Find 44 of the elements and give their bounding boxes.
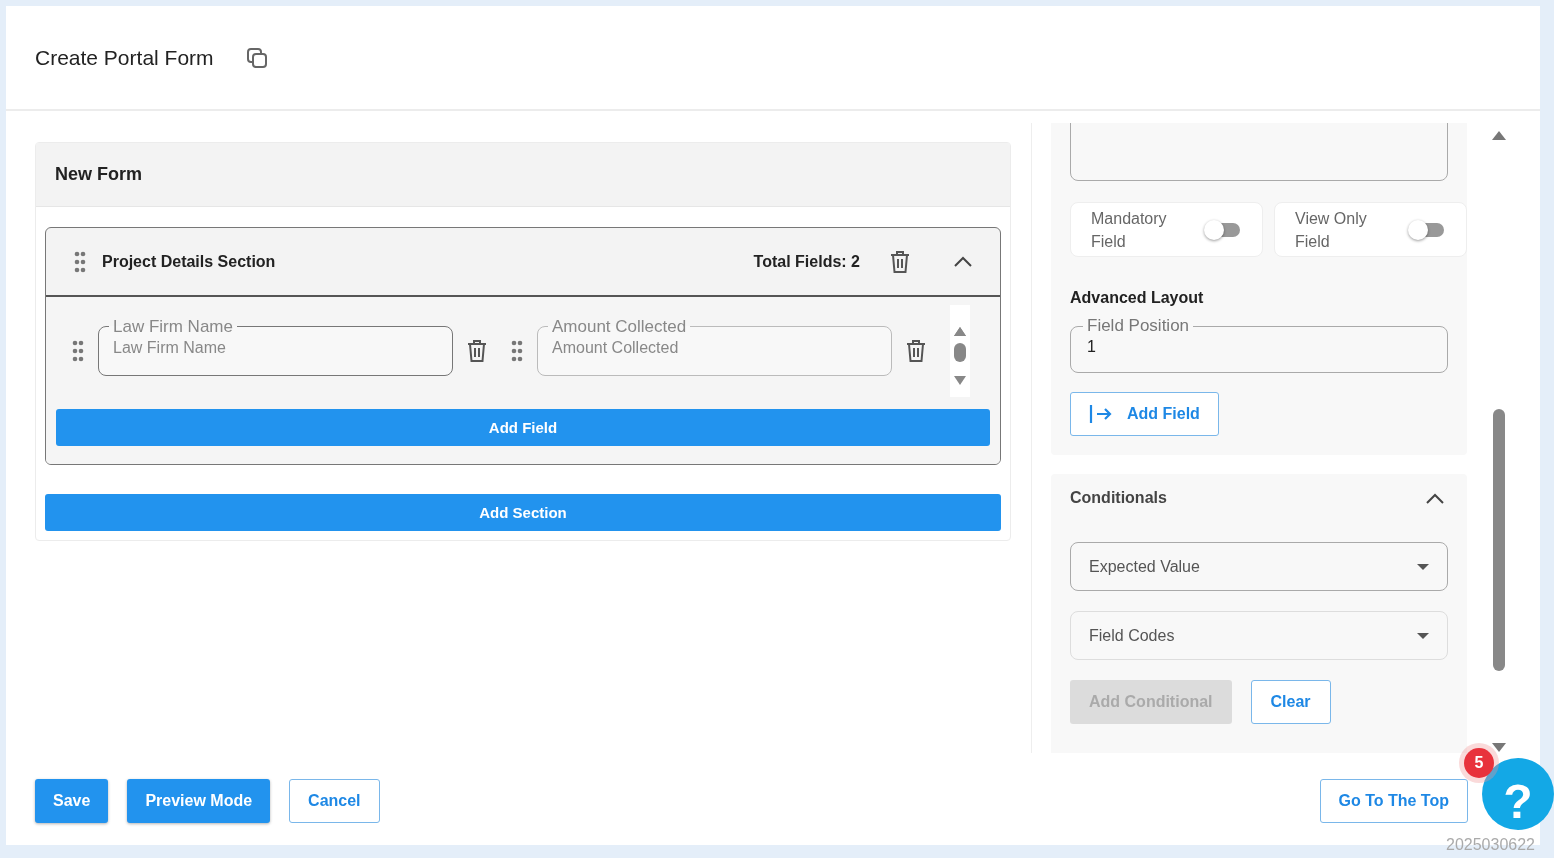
drag-handle-icon[interactable] bbox=[72, 340, 84, 362]
add-section-button[interactable]: Add Section bbox=[45, 494, 1001, 531]
chevron-up-icon[interactable] bbox=[1426, 492, 1444, 504]
scrollbar-drawing[interactable] bbox=[950, 305, 970, 397]
drag-handle-icon[interactable] bbox=[74, 250, 86, 273]
number-field[interactable]: 1 bbox=[1087, 338, 1431, 356]
page-title: Create Portal Form bbox=[35, 45, 214, 70]
go-to-top-button[interactable]: Go To The Top bbox=[1319, 779, 1468, 823]
action-button[interactable]: Save bbox=[35, 779, 109, 823]
dropdown-field[interactable]: Field Codes bbox=[1070, 611, 1448, 660]
form-title: New Form bbox=[36, 143, 1010, 207]
clear-button[interactable]: Clear bbox=[1250, 680, 1331, 724]
section-heading: Conditionals bbox=[1070, 489, 1167, 507]
section-title: Project Details Section bbox=[102, 252, 277, 271]
drag-handle-icon[interactable] bbox=[511, 340, 523, 362]
dropdown-field[interactable]: Expected Value bbox=[1070, 542, 1448, 591]
timestamp: 2025030622 bbox=[1446, 836, 1535, 854]
field-label: Field Position bbox=[1086, 316, 1191, 336]
notification-badge: 5 bbox=[1464, 748, 1494, 778]
textarea-field[interactable] bbox=[1070, 123, 1448, 181]
text-field[interactable]: Amount Collected bbox=[552, 338, 877, 357]
dropdown-caret-icon bbox=[1417, 632, 1429, 639]
cancel-button[interactable]: Cancel bbox=[289, 779, 380, 823]
trash-icon[interactable] bbox=[890, 249, 910, 274]
toggle-label: Mandatory Field bbox=[1091, 208, 1168, 252]
section-heading: Advanced Layout bbox=[1070, 289, 1205, 307]
add-field-button[interactable]: Add Field bbox=[56, 409, 990, 446]
field-count: Total Fields: 2 bbox=[753, 252, 860, 271]
arrow-to-bar-icon bbox=[1089, 404, 1113, 424]
number-field-frame[interactable]: Field Position 1 bbox=[1070, 316, 1448, 373]
toggle-switch[interactable] bbox=[1408, 219, 1446, 240]
text-field[interactable]: Law Firm Name bbox=[113, 338, 438, 357]
action-button[interactable]: Preview Mode bbox=[127, 779, 271, 823]
help-button[interactable]: ? bbox=[1482, 758, 1554, 830]
add-field-button[interactable]: Add Field bbox=[1070, 392, 1219, 436]
trash-icon[interactable] bbox=[467, 339, 487, 363]
toggle-label: View Only Field bbox=[1295, 208, 1368, 252]
copy-icon[interactable] bbox=[245, 46, 268, 69]
toggle-switch[interactable] bbox=[1204, 219, 1242, 240]
chevron-up-icon[interactable] bbox=[954, 256, 972, 267]
dropdown-caret-icon bbox=[1417, 563, 1429, 570]
trash-icon[interactable] bbox=[906, 339, 926, 363]
field-label: Law Firm Name bbox=[112, 316, 234, 337]
field-label: Amount Collected bbox=[551, 316, 688, 337]
